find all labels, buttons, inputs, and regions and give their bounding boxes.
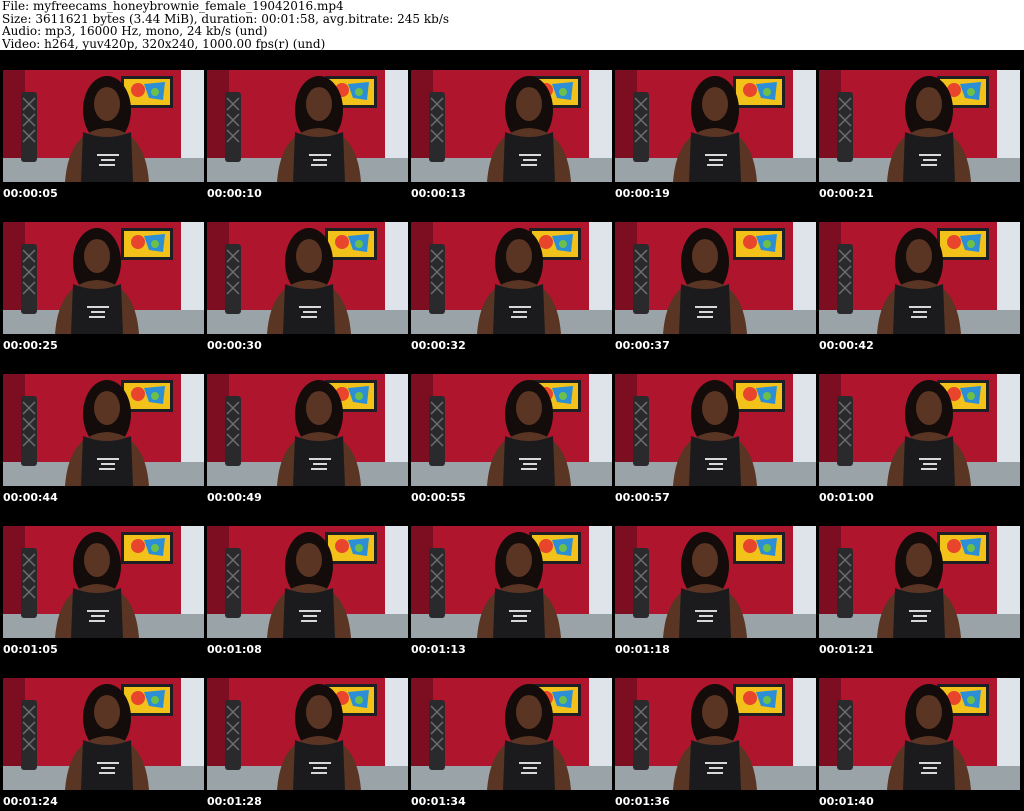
timestamp-label: 00:01:36	[615, 795, 670, 808]
video-frame-thumbnail	[3, 526, 204, 638]
video-frame-thumbnail	[3, 70, 204, 182]
timestamp-label: 00:01:28	[207, 795, 262, 808]
timestamp-label: 00:00:13	[411, 187, 466, 200]
thumbnail-cell: 00:00:21	[816, 50, 1020, 202]
timestamp-label: 00:01:08	[207, 643, 262, 656]
thumbnail-cell: 00:00:30	[204, 202, 408, 354]
video-frame-thumbnail	[615, 70, 816, 182]
video-frame-thumbnail	[615, 374, 816, 486]
timestamp-label: 00:01:24	[3, 795, 58, 808]
thumbnail-cell: 00:01:18	[612, 506, 816, 658]
thumbnail-cell: 00:00:19	[612, 50, 816, 202]
thumbnail-cell: 00:00:49	[204, 354, 408, 506]
thumbnail-cell: 00:01:21	[816, 506, 1020, 658]
thumbnail-cell: 00:01:24	[0, 658, 204, 810]
video-info-line: Video: h264, yuv420p, 320x240, 1000.00 f…	[2, 36, 326, 51]
thumbnail-cell: 00:00:25	[0, 202, 204, 354]
timestamp-label: 00:00:55	[411, 491, 466, 504]
timestamp-label: 00:01:05	[3, 643, 58, 656]
timestamp-label: 00:00:57	[615, 491, 670, 504]
thumbnail-cell: 00:01:28	[204, 658, 408, 810]
timestamp-label: 00:00:19	[615, 187, 670, 200]
timestamp-label: 00:01:13	[411, 643, 466, 656]
video-frame-thumbnail	[819, 526, 1020, 638]
timestamp-label: 00:01:21	[819, 643, 874, 656]
video-frame-thumbnail	[207, 678, 408, 790]
video-frame-thumbnail	[207, 374, 408, 486]
file-info-line: File: myfreecams_honeybrownie_female_190…	[2, 0, 344, 13]
timestamp-label: 00:01:18	[615, 643, 670, 656]
timestamp-label: 00:00:37	[615, 339, 670, 352]
thumbnail-cell: 00:00:05	[0, 50, 204, 202]
video-frame-thumbnail	[3, 222, 204, 334]
video-frame-thumbnail	[819, 678, 1020, 790]
video-frame-thumbnail	[207, 70, 408, 182]
timestamp-label: 00:00:44	[3, 491, 58, 504]
video-frame-thumbnail	[207, 526, 408, 638]
thumbnail-cell: 00:01:00	[816, 354, 1020, 506]
video-frame-thumbnail	[819, 70, 1020, 182]
video-frame-thumbnail	[3, 374, 204, 486]
video-frame-thumbnail	[411, 222, 612, 334]
video-frame-thumbnail	[3, 678, 204, 790]
video-frame-thumbnail	[411, 70, 612, 182]
thumbnail-cell: 00:01:36	[612, 658, 816, 810]
timestamp-label: 00:00:32	[411, 339, 466, 352]
video-frame-thumbnail	[615, 678, 816, 790]
thumbnail-cell: 00:00:57	[612, 354, 816, 506]
thumbnail-cell: 00:00:32	[408, 202, 612, 354]
video-frame-thumbnail	[411, 374, 612, 486]
video-frame-thumbnail	[411, 526, 612, 638]
thumbnail-cell: 00:01:05	[0, 506, 204, 658]
timestamp-label: 00:00:49	[207, 491, 262, 504]
video-frame-thumbnail	[411, 678, 612, 790]
video-frame-thumbnail	[819, 222, 1020, 334]
thumbnail-cell: 00:00:10	[204, 50, 408, 202]
video-frame-thumbnail	[615, 222, 816, 334]
thumbnail-cell: 00:00:42	[816, 202, 1020, 354]
video-frame-thumbnail	[615, 526, 816, 638]
thumbnail-cell: 00:01:40	[816, 658, 1020, 810]
thumbnail-cell: 00:01:13	[408, 506, 612, 658]
thumbnail-cell: 00:01:34	[408, 658, 612, 810]
timestamp-label: 00:00:30	[207, 339, 262, 352]
timestamp-label: 00:01:00	[819, 491, 874, 504]
thumbnail-cell: 00:00:13	[408, 50, 612, 202]
thumbnail-cell: 00:01:08	[204, 506, 408, 658]
thumbnail-grid: 00:00:05 00:00:10 00:00:13 00:00:19 00:00:21…	[0, 50, 1024, 811]
timestamp-label: 00:00:42	[819, 339, 874, 352]
thumbnail-cell: 00:00:55	[408, 354, 612, 506]
info-header: File: myfreecams_honeybrownie_female_190…	[0, 0, 1024, 50]
timestamp-label: 00:00:21	[819, 187, 874, 200]
thumbnail-cell: 00:00:37	[612, 202, 816, 354]
timestamp-label: 00:00:25	[3, 339, 58, 352]
timestamp-label: 00:00:05	[3, 187, 58, 200]
video-frame-thumbnail	[819, 374, 1020, 486]
thumbnail-cell: 00:00:44	[0, 354, 204, 506]
audio-info-line: Audio: mp3, 16000 Hz, mono, 24 kb/s (und…	[2, 24, 268, 38]
timestamp-label: 00:00:10	[207, 187, 262, 200]
timestamp-label: 00:01:40	[819, 795, 874, 808]
video-frame-thumbnail	[207, 222, 408, 334]
timestamp-label: 00:01:34	[411, 795, 466, 808]
